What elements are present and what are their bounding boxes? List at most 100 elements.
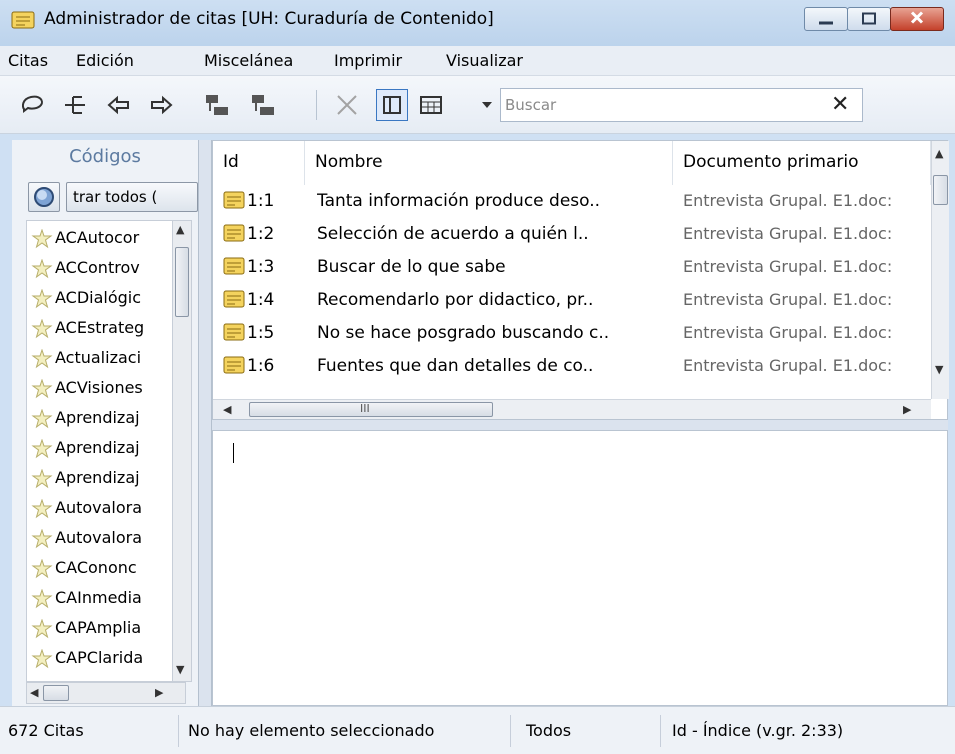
column-header-document[interactable]: Documento primario (673, 141, 931, 185)
horizontal-splitter[interactable] (212, 420, 948, 430)
code-label: Aprendizaj (55, 438, 140, 457)
scroll-up-icon[interactable]: ▲ (176, 223, 184, 236)
codes-vertical-scrollbar[interactable]: ▲ ▼ (172, 220, 192, 682)
code-list-item[interactable]: Aprendizaj (27, 465, 185, 493)
search-input[interactable] (505, 95, 815, 115)
table-row[interactable]: 1:4 Recomendarlo por didactico, pr.. Entre… (213, 286, 931, 318)
quotation-editor[interactable] (212, 430, 948, 706)
quotation-icon (223, 356, 247, 374)
list-expand-icon[interactable] (250, 93, 276, 117)
arrow-left-icon[interactable] (106, 93, 132, 117)
scroll-right-icon[interactable]: ▶ (903, 403, 911, 416)
code-label: ACAutocor (55, 228, 140, 247)
status-selection: No hay elemento seleccionado (188, 721, 435, 740)
table-row[interactable]: 1:3 Buscar de lo que sabe Entrevista Grupa… (213, 253, 931, 285)
scroll-up-icon[interactable]: ▲ (935, 147, 943, 160)
quotation-app-icon (11, 10, 35, 30)
close-button[interactable] (890, 7, 944, 31)
column-header-name[interactable]: Nombre (305, 141, 673, 185)
quotation-id-cell: 1:6 (223, 356, 303, 376)
toolbar-separator (316, 90, 317, 120)
dropdown-arrow-icon[interactable] (480, 97, 494, 111)
clear-search-icon[interactable]: ✕ (831, 92, 849, 117)
menu-edicion[interactable]: Edición (76, 51, 134, 70)
layout-panel-icon[interactable] (376, 89, 408, 121)
code-list-item[interactable]: Actualizaci (27, 345, 185, 373)
code-star-icon (31, 378, 53, 399)
scroll-right-icon[interactable]: ▶ (155, 686, 163, 699)
grid-view-icon[interactable] (418, 93, 444, 117)
close-icon (910, 10, 924, 29)
status-bar: 672 Citas No hay elemento seleccionado T… (0, 706, 955, 754)
table-horizontal-scroll-thumb[interactable]: III (249, 402, 493, 417)
quotation-id-cell: 1:5 (223, 323, 303, 343)
table-row[interactable]: 1:5 No se hace posgrado buscando c.. Entre… (213, 319, 931, 351)
codes-horizontal-scrollbar[interactable]: ◀ ▶ (26, 682, 186, 704)
code-label: Actualizaci (55, 348, 142, 367)
code-list-item[interactable]: Aprendizaj (27, 435, 185, 463)
menu-citas[interactable]: Citas (8, 51, 48, 70)
list-collapse-icon[interactable] (204, 93, 230, 117)
code-star-icon (31, 558, 53, 579)
primary-document-cell: Entrevista Grupal. E1.doc: (683, 257, 893, 276)
menu-imprimir[interactable]: Imprimir (334, 51, 402, 70)
code-star-icon (31, 648, 53, 669)
code-list-item[interactable]: CAInmedia (27, 585, 185, 613)
quotation-name-cell: Buscar de lo que sabe (317, 257, 506, 277)
code-star-icon (31, 438, 53, 459)
status-separator (660, 715, 661, 747)
table-horizontal-scrollbar[interactable]: ◀ III ▶ (213, 399, 931, 419)
vertical-splitter[interactable] (198, 140, 212, 706)
filter-toggle-button[interactable] (28, 182, 60, 212)
menu-visualizar[interactable]: Visualizar (446, 51, 523, 70)
code-star-icon (31, 528, 53, 549)
code-list-item[interactable]: Autovalora (27, 525, 185, 553)
code-list-item[interactable]: CAPClarida (27, 645, 185, 673)
code-label: CAPClarida (55, 648, 144, 667)
window-title: Administrador de citas [UH: Curaduría de… (44, 9, 494, 29)
code-star-icon (31, 618, 53, 639)
table-vertical-scroll-thumb[interactable] (933, 175, 948, 205)
codes-vertical-scroll-thumb[interactable] (175, 247, 189, 317)
table-vertical-scrollbar[interactable]: ▲ ▼ (931, 141, 949, 399)
table-row[interactable]: 1:2 Selección de acuerdo a quién l.. Entre… (213, 220, 931, 252)
table-row[interactable]: 1:6 Fuentes que dan detalles de co.. Entre… (213, 352, 931, 384)
codes-horizontal-scroll-thumb[interactable] (43, 685, 69, 701)
codes-panel: Códigos trar todos ( ACAutocor ACControv A… (12, 140, 198, 706)
primary-document-cell: Entrevista Grupal. E1.doc: (683, 191, 893, 210)
code-label: ACEstrateg (55, 318, 145, 337)
title-bar[interactable]: Administrador de citas [UH: Curaduría de… (0, 0, 955, 46)
code-list-item[interactable]: Autovalora (27, 495, 185, 523)
show-all-filter-button[interactable]: trar todos ( (66, 182, 198, 212)
code-star-icon (31, 408, 53, 429)
scroll-down-icon[interactable]: ▼ (176, 663, 184, 676)
primary-document-cell: Entrevista Grupal. E1.doc: (683, 356, 893, 375)
code-list-item[interactable]: Aprendizaj (27, 405, 185, 433)
code-list-item[interactable]: ACVisiones (27, 375, 185, 403)
code-label: CAInmedia (55, 588, 142, 607)
code-list-item[interactable]: ACEstrateg (27, 315, 185, 343)
code-list-item[interactable]: ACDialógic (27, 285, 185, 313)
code-list-item[interactable]: ACAutocor (27, 225, 185, 253)
code-list-item[interactable]: CAPAmplia (27, 615, 185, 643)
code-list-item[interactable]: CACononc (27, 555, 185, 583)
code-label: Autovalora (55, 528, 143, 547)
code-label: CACononc (55, 558, 137, 577)
menu-miscelanea[interactable]: Miscelánea (204, 51, 293, 70)
delete-icon[interactable] (334, 93, 360, 117)
quotation-icon (223, 191, 247, 209)
comment-icon[interactable] (20, 93, 46, 117)
scroll-down-icon[interactable]: ▼ (935, 363, 943, 376)
status-separator (510, 715, 511, 747)
scroll-left-icon[interactable]: ◀ (30, 686, 38, 699)
quotation-id: 1:6 (247, 356, 275, 376)
table-row[interactable]: 1:1 Tanta información produce deso.. Entre… (213, 187, 931, 219)
maximize-button[interactable] (847, 7, 891, 31)
code-list-item[interactable]: ACControv (27, 255, 185, 283)
arrow-right-icon[interactable] (148, 93, 174, 117)
column-header-id[interactable]: Id (213, 141, 305, 185)
quotation-name-cell: Fuentes que dan detalles de co.. (317, 356, 594, 376)
tree-icon[interactable] (62, 93, 88, 117)
minimize-button[interactable] (804, 7, 848, 31)
scroll-left-icon[interactable]: ◀ (223, 403, 231, 416)
